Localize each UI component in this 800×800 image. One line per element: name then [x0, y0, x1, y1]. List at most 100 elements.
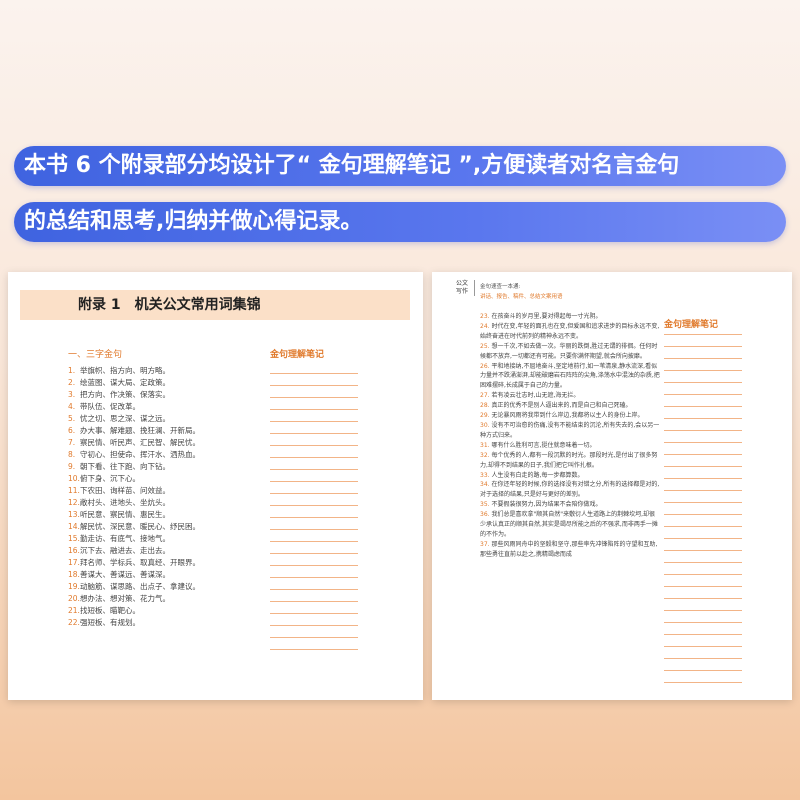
note-line — [270, 541, 358, 542]
item-number: 29. — [480, 412, 490, 420]
note-line — [664, 538, 742, 539]
note-line — [270, 469, 358, 470]
item-number: 33. — [480, 471, 490, 479]
list-item: 22.强短板、有规划。 — [68, 617, 200, 629]
banner-line-2: 的总结和思考,归纳并做心得记录。 — [14, 202, 786, 242]
item-text: 勤走访、有底气、接地气。 — [80, 534, 170, 543]
list-item: 30. 没有不可治愈的伤痛,没有不能结束的沉沦,所有失去的,会以另一种方式归来。 — [480, 421, 660, 441]
note-line — [664, 682, 742, 683]
list-item: 16.沉下去、融进去、走出去。 — [68, 545, 200, 557]
note-line — [664, 598, 742, 599]
item-number: 1. — [68, 366, 76, 375]
item-text: 想办法、想对策、花力气。 — [80, 594, 170, 603]
item-number: 35. — [480, 501, 490, 509]
appendix-header: 附录 1 机关公文常用词集锦 — [20, 290, 410, 320]
list-item: 10.俯下身、沉下心。 — [68, 473, 200, 485]
list-item: 21.找短板、瞄靶心。 — [68, 605, 200, 617]
note-line — [270, 601, 358, 602]
item-text: 没有不可治愈的伤痛,没有不能结束的沉沦,所有失去的,会以另一种方式归来。 — [480, 421, 660, 439]
item-number: 25. — [480, 342, 490, 350]
item-text: 察民情、听民声、汇民智、解民忧。 — [80, 438, 200, 447]
running-header-subtitle: 讲话、报告、稿件、总结文案用语 — [480, 294, 563, 300]
list-item: 36. 我们总是喜欢拿"顺其自然"来敷衍人生道路上的荆棘坎坷,却很少承认真正的顺其… — [480, 510, 660, 540]
item-number: 2. — [68, 378, 76, 387]
item-number: 16. — [68, 546, 80, 555]
item-number: 23. — [480, 313, 490, 320]
note-line — [270, 409, 358, 410]
note-title: 金句理解笔记 — [664, 320, 719, 330]
item-number: 27. — [480, 392, 490, 400]
note-line — [664, 514, 742, 515]
item-number: 10. — [68, 474, 80, 483]
list-item: 15.勤走访、有底气、接地气。 — [68, 533, 200, 545]
banner-line-1: 本书 6 个附录部分均设计了“ 金句理解笔记 ”,方便读者对名言金句 — [14, 146, 786, 186]
item-number: 37. — [480, 540, 490, 548]
list-item: 6. 办大事、解难题、挽狂澜、开新局。 — [68, 425, 200, 437]
item-number: 19. — [68, 582, 80, 591]
item-text: 听民意、察民情、惠民生。 — [80, 510, 170, 519]
item-number: 22. — [68, 618, 80, 627]
list-item: 29. 无论暴风雨将我带到什么岸边,我都将以主人的身份上岸。 — [480, 411, 660, 421]
note-line — [664, 442, 742, 443]
list-item: 23. 在孩奋斗的岁月里,要对得起每一寸光阴。 — [480, 312, 660, 322]
list-item: 28. 真正的优秀不是别人逼出来的,而是自己和自己死磕。 — [480, 401, 660, 411]
note-line — [664, 502, 742, 503]
running-header: 公文写作 金句速查一本通: 讲话、报告、稿件、总结文案用语 — [432, 272, 792, 310]
note-line — [664, 370, 742, 371]
note-line — [270, 529, 358, 530]
item-number: 32. — [480, 451, 490, 459]
item-number: 21. — [68, 606, 80, 615]
list-item: 9. 朝下看、往下跑、向下钻。 — [68, 461, 200, 473]
item-number: 4. — [68, 402, 76, 411]
item-text: 若有凌云壮志时,山无遮,海无拦。 — [491, 392, 580, 400]
list-item: 32. 每个优秀的人,都有一段沉默的时光。那段时光,是付出了很多努力,却得不到结果… — [480, 451, 660, 471]
item-number: 34. — [480, 481, 490, 489]
note-line — [270, 433, 358, 434]
list-item: 7. 察民情、听民声、汇民智、解民忧。 — [68, 437, 200, 449]
note-line — [270, 637, 358, 638]
note-line — [664, 454, 742, 455]
list-item: 26. 平和地接纳,不屈地奋斗,坚定地前行,如一苇清泉,静水流深,看似力量并不跌涌… — [480, 362, 660, 392]
running-header-title: 金句速查一本通: — [480, 284, 521, 290]
list-item: 13.听民意、察民情、惠民生。 — [68, 509, 200, 521]
note-line — [270, 553, 358, 554]
note-line — [664, 478, 742, 479]
note-line — [270, 625, 358, 626]
note-line — [270, 421, 358, 422]
note-line — [664, 430, 742, 431]
note-line — [664, 346, 742, 347]
note-line — [664, 550, 742, 551]
note-line — [270, 481, 358, 482]
item-text: 真正的优秀不是别人逼出来的,而是自己和自己死磕。 — [491, 402, 632, 410]
list-item: 34. 在你还年轻的时候,你的选择没有对错之分,所有的选择都是对的,对于选择的结果… — [480, 480, 660, 500]
item-text: 强短板、有规划。 — [80, 618, 140, 627]
list-item: 14.解民忧、深民意、暖民心、纾民困。 — [68, 521, 200, 533]
list-item: 11.下农田、询样苗、问效益。 — [68, 485, 200, 497]
item-text: 无论暴风雨将我带到什么岸边,我都将以主人的身份上岸。 — [491, 412, 644, 420]
note-line — [270, 649, 358, 650]
right-page: 公文写作 金句速查一本通: 讲话、报告、稿件、总结文案用语 金句理解笔记 23.… — [432, 272, 792, 700]
list-item: 5. 忧之切、思之深、谋之远。 — [68, 413, 200, 425]
note-line — [664, 562, 742, 563]
item-text: 在你还年轻的时候,你的选择没有对错之分,所有的选择都是对的,对于选择的结果,只是… — [480, 481, 660, 499]
item-text: 善谋大、善谋远、善谋深。 — [80, 570, 170, 579]
list-item: 8. 守初心、担使命、挥汗水、洒热血。 — [68, 449, 200, 461]
item-number: 8. — [68, 450, 76, 459]
note-line — [270, 373, 358, 374]
list-item: 35. 不要假装很努力,因为结果不会陪你做戏。 — [480, 500, 660, 510]
item-text: 解民忧、深民意、暖民心、纾民困。 — [80, 522, 200, 531]
note-line — [664, 574, 742, 575]
note-line — [270, 457, 358, 458]
item-number: 14. — [68, 522, 80, 531]
item-text: 拜名师、学标兵、取真经、开眼界。 — [80, 558, 200, 567]
note-line — [664, 610, 742, 611]
item-number: 31. — [480, 441, 490, 449]
item-text: 举旗帜、指方向、明方略。 — [80, 366, 170, 375]
item-number: 7. — [68, 438, 76, 447]
note-line — [664, 358, 742, 359]
note-line — [664, 634, 742, 635]
item-text: 守初心、担使命、挥汗水、洒热血。 — [80, 450, 200, 459]
item-text: 在孩奋斗的岁月里,要对得起每一寸光阴。 — [491, 313, 602, 320]
item-text: 动脑筋、谋思路、出点子、拿建议。 — [80, 582, 200, 591]
list-item: 17.拜名师、学标兵、取真经、开眼界。 — [68, 557, 200, 569]
